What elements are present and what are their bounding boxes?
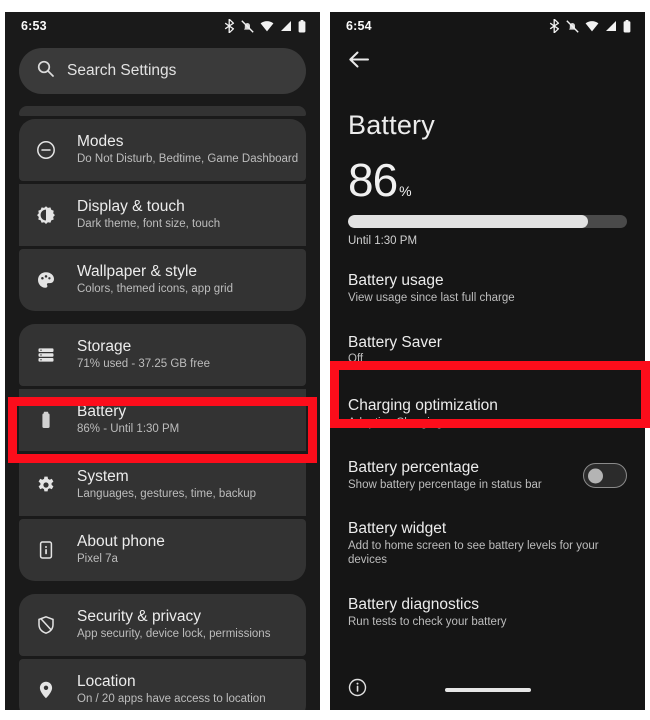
location-pin-icon <box>33 680 59 700</box>
gear-icon <box>33 475 59 495</box>
settings-row-title: Storage <box>77 338 132 356</box>
back-arrow-icon <box>348 51 370 73</box>
settings-row-system[interactable]: System Languages, gestures, time, backup <box>19 454 306 516</box>
partial-card-above <box>19 106 306 116</box>
settings-group: Storage 71% used - 37.25 GB free Battery… <box>19 324 306 581</box>
do-not-disturb-icon <box>33 140 59 160</box>
page-title: Battery <box>348 110 435 140</box>
status-bar-icons <box>549 19 631 33</box>
settings-row-wallpaper-and-style[interactable]: Wallpaper & style Colors, themed icons, … <box>19 249 306 311</box>
option-title: Battery Saver <box>348 333 442 351</box>
settings-row-subtitle: Dark theme, font size, touch <box>77 218 221 230</box>
battery-percent-symbol: % <box>399 183 412 199</box>
option-title: Battery diagnostics <box>348 595 479 613</box>
settings-row-title: Location <box>77 673 136 691</box>
option-title: Battery percentage <box>348 458 479 476</box>
status-bar-clock: 6:54 <box>346 19 372 33</box>
settings-row-subtitle: On / 20 apps have access to location <box>77 693 266 705</box>
settings-row-subtitle: 71% used - 37.25 GB free <box>77 358 210 370</box>
phone-info-icon <box>33 540 59 560</box>
status-bar: 6:54 <box>330 12 645 40</box>
ringer-muted-icon <box>566 19 579 33</box>
bluetooth-icon <box>224 19 235 33</box>
battery-option-battery-diagnostics[interactable]: Battery diagnostics Run tests to check y… <box>330 587 645 639</box>
back-button[interactable] <box>330 40 645 74</box>
settings-row-title: Wallpaper & style <box>77 263 198 281</box>
battery-progress-bar <box>348 215 627 228</box>
settings-row-title: Security & privacy <box>77 608 202 626</box>
system-navigation-bar <box>330 670 645 710</box>
battery-icon <box>298 19 306 33</box>
display-brightness-icon <box>33 205 59 225</box>
toggle-knob <box>588 468 603 484</box>
option-subtitle: Off <box>348 353 364 366</box>
settings-row-title: Display & touch <box>77 198 185 216</box>
search-input[interactable]: Search Settings <box>19 48 306 94</box>
battery-progress-fill <box>348 215 588 228</box>
settings-row-about-phone[interactable]: About phone Pixel 7a <box>19 519 306 581</box>
option-title: Battery usage <box>348 272 444 289</box>
settings-row-location[interactable]: Location On / 20 apps have access to loc… <box>19 659 306 710</box>
battery-level-display: 86 % <box>330 141 645 203</box>
home-indicator[interactable] <box>444 688 531 692</box>
battery-until-caption: Until 1:30 PM <box>348 235 418 247</box>
settings-row-title: About phone <box>77 533 165 551</box>
shield-icon <box>33 615 59 635</box>
settings-row-storage[interactable]: Storage 71% used - 37.25 GB free <box>19 324 306 386</box>
settings-row-title: System <box>77 468 129 486</box>
search-icon <box>37 60 54 82</box>
option-title: Charging optimization <box>348 397 498 415</box>
battery-option-battery-saver[interactable]: Battery Saver Off <box>330 325 645 377</box>
settings-group: Security & privacy App security, device … <box>19 594 306 710</box>
palette-icon <box>33 270 59 290</box>
settings-row-subtitle: Colors, themed icons, app grid <box>77 283 233 295</box>
cellular-signal-icon <box>605 20 617 32</box>
option-subtitle: Show battery percentage in status bar <box>348 478 542 491</box>
status-bar-clock: 6:53 <box>21 19 47 33</box>
battery-option-battery-widget[interactable]: Battery widget Add to home screen to see… <box>330 511 645 576</box>
settings-row-subtitle: Languages, gestures, time, backup <box>77 488 257 500</box>
option-subtitle: Adaptive Charging <box>348 417 443 430</box>
option-subtitle: View usage since last full charge <box>348 291 515 304</box>
battery-icon <box>33 410 59 430</box>
settings-row-subtitle: App security, device lock, permissions <box>77 628 271 640</box>
battery-option-charging-optimization[interactable]: Charging optimization Adaptive Charging <box>330 388 645 440</box>
settings-group: Modes Do Not Disturb, Bedtime, Game Dash… <box>19 119 306 311</box>
status-bar-icons <box>224 19 306 33</box>
left-phone-screenshot: 6:53 Search Settings Modes Do Not Distur… <box>0 0 325 720</box>
battery-icon <box>623 19 631 33</box>
settings-row-title: Battery <box>77 403 127 421</box>
wifi-icon <box>260 20 274 32</box>
bluetooth-icon <box>549 19 560 33</box>
settings-row-battery[interactable]: Battery 86% - Until 1:30 PM <box>19 389 306 451</box>
option-subtitle: Run tests to check your battery <box>348 615 507 628</box>
settings-row-display-and-touch[interactable]: Display & touch Dark theme, font size, t… <box>19 184 306 246</box>
battery-percent-value: 86 <box>348 154 398 206</box>
settings-row-subtitle: Do Not Disturb, Bedtime, Game Dashboard <box>77 153 299 165</box>
settings-row-modes[interactable]: Modes Do Not Disturb, Bedtime, Game Dash… <box>19 119 306 181</box>
dual-screenshot-container: 6:53 Search Settings Modes Do Not Distur… <box>0 0 650 720</box>
search-placeholder: Search Settings <box>67 62 177 79</box>
settings-row-title: Modes <box>77 133 124 151</box>
wifi-icon <box>585 20 599 32</box>
ringer-muted-icon <box>241 19 254 33</box>
battery-option-battery-percentage[interactable]: Battery percentage Show battery percenta… <box>330 450 645 502</box>
status-bar: 6:53 <box>5 12 320 40</box>
info-icon[interactable] <box>348 678 367 702</box>
storage-icon <box>33 345 59 365</box>
settings-list[interactable]: Modes Do Not Disturb, Bedtime, Game Dash… <box>5 106 320 710</box>
settings-row-subtitle: Pixel 7a <box>77 553 118 565</box>
battery-option-battery-usage[interactable]: Battery usage View usage since last full… <box>330 263 645 315</box>
settings-row-security-and-privacy[interactable]: Security & privacy App security, device … <box>19 594 306 656</box>
right-phone-screenshot: 6:54 Battery 86 % Until 1:30 PM Battery … <box>325 0 650 720</box>
option-subtitle: Add to home screen to see battery levels… <box>348 540 599 567</box>
cellular-signal-icon <box>280 20 292 32</box>
settings-row-subtitle: 86% - Until 1:30 PM <box>77 423 180 435</box>
option-title: Battery widget <box>348 520 447 538</box>
battery-percentage-toggle[interactable] <box>583 463 627 489</box>
